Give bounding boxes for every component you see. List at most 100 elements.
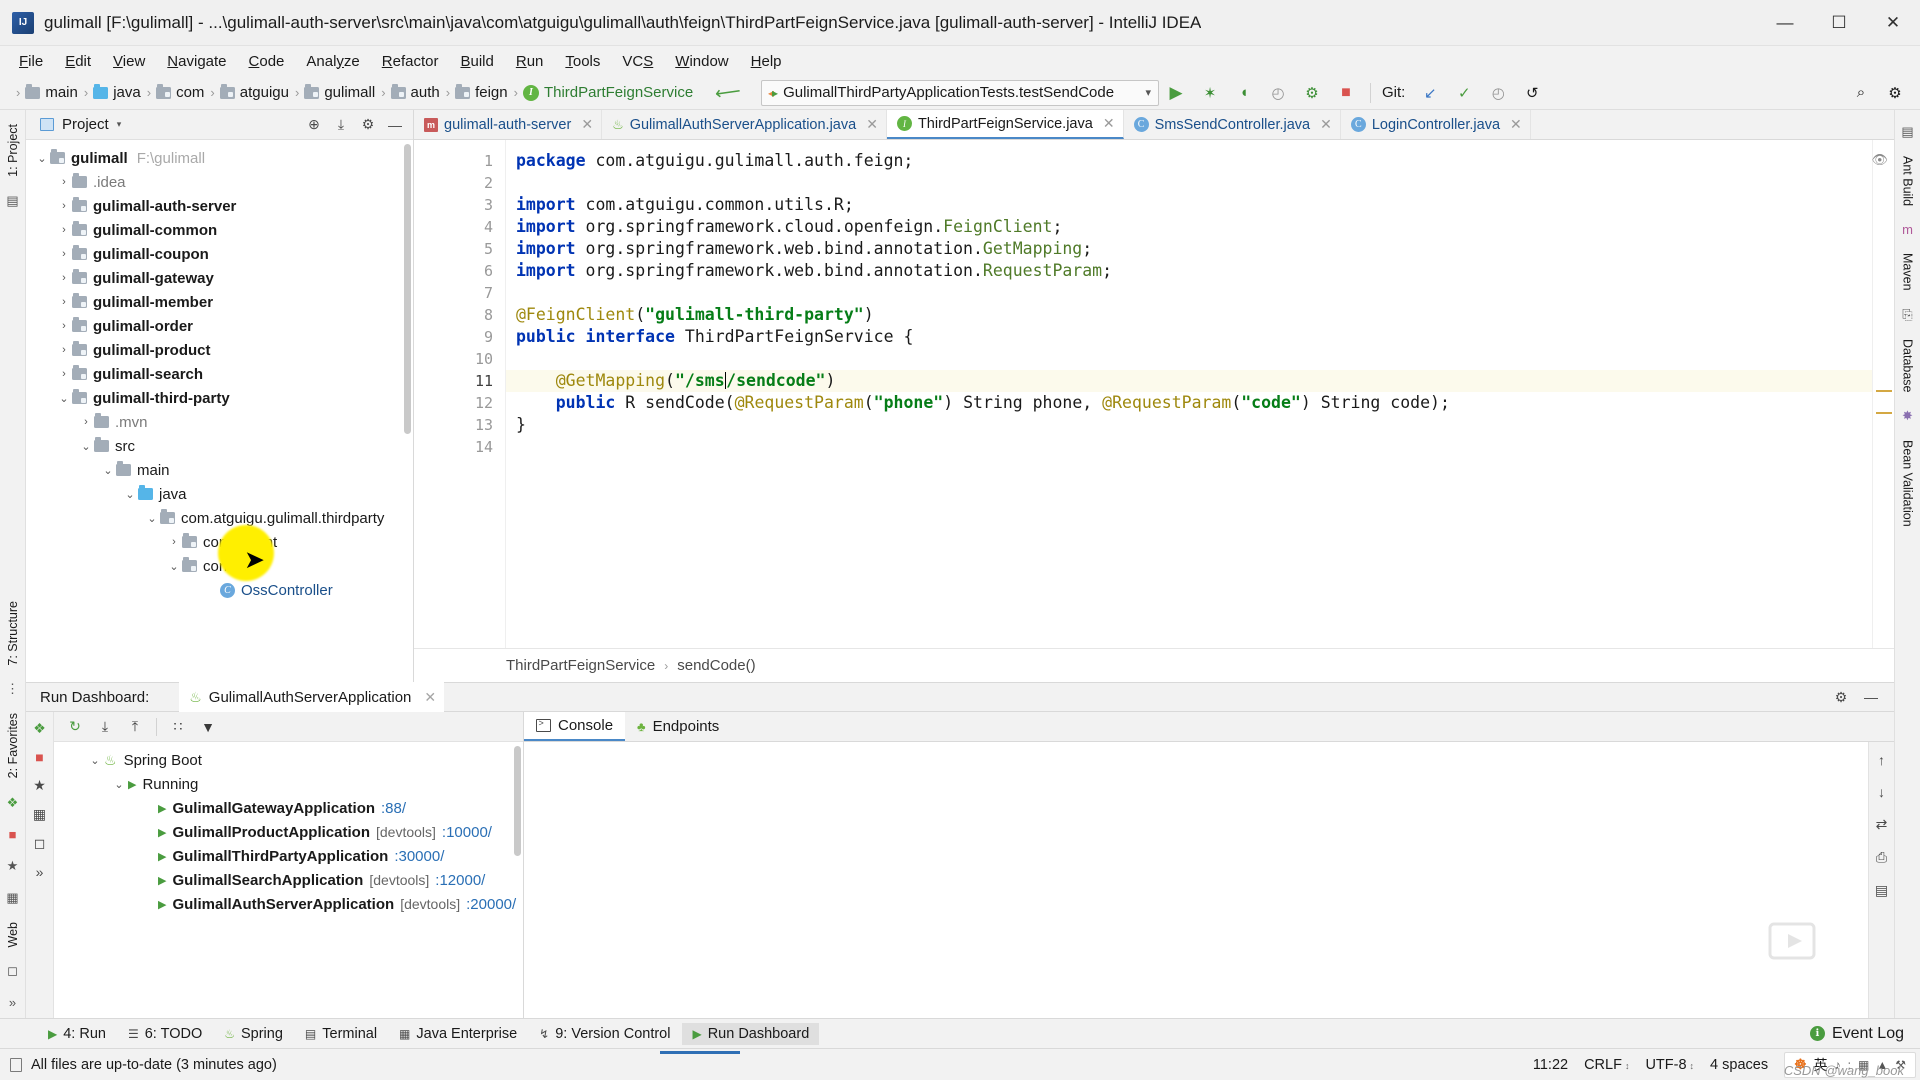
tree-item-idea[interactable]: › .idea [26, 170, 413, 194]
tool-window-todo[interactable]: ☰ 6: TODO [118, 1023, 212, 1045]
rollback-icon[interactable]: ↺ [1515, 78, 1549, 108]
indent-setting[interactable]: 4 spaces [1710, 1057, 1768, 1073]
console-output[interactable]: ↑ ↓ ⇄ ⎙ ▤ [524, 742, 1894, 1018]
run-configuration-selector[interactable]: ◂▸ GulimallThirdPartyApplicationTests.te… [761, 79, 1159, 106]
tool-window-maven[interactable]: Maven [1898, 245, 1918, 299]
chevron-right-icon[interactable]: › [56, 248, 72, 260]
chevron-down-icon[interactable]: ⌄ [78, 440, 94, 453]
filter-icon[interactable]: ▼ [195, 714, 221, 740]
grid-icon[interactable]: ▤ [1875, 882, 1888, 899]
layout-icon[interactable]: ▦ [6, 890, 18, 906]
build-hammer-icon[interactable]: ⟵ [714, 80, 742, 104]
tree-item-gulimall-auth-server[interactable]: › gulimall-auth-server [26, 194, 413, 218]
tab-gulimallauthserverapplication[interactable]: ♨ GulimallAuthServerApplication.java ✕ [602, 110, 887, 139]
marker-line[interactable] [1876, 390, 1892, 392]
breadcrumb-item-main[interactable]: main [45, 84, 78, 101]
chevron-down-icon[interactable]: ⌄ [122, 488, 138, 501]
tab-console[interactable]: Console [524, 712, 626, 741]
code-content[interactable]: package com.atguigu.gulimall.auth.feign;… [506, 140, 1894, 648]
update-project-icon[interactable]: ↙ [1413, 78, 1447, 108]
camera-icon[interactable]: ◻ [34, 835, 46, 852]
chevron-right-icon[interactable]: › [56, 368, 72, 380]
chevron-right-icon[interactable]: › [78, 416, 94, 428]
tool-window-structure[interactable]: 7: Structure [3, 593, 23, 674]
chevron-down-icon[interactable]: ⌄ [100, 464, 116, 477]
collapse-all-icon[interactable]: ⤓ [329, 113, 353, 137]
breadcrumb-item-thirdpartfeignservice[interactable]: ThirdPartFeignService [544, 84, 693, 101]
tree-item-gulimall-coupon[interactable]: › gulimall-coupon [26, 242, 413, 266]
tool-window-bean-validation[interactable]: Bean Validation [1898, 432, 1918, 535]
tab-smssendcontroller[interactable]: C SmsSendController.java ✕ [1124, 110, 1341, 139]
collapse-all-icon[interactable]: ⤒ [122, 714, 148, 740]
tree-item-gulimall-member[interactable]: › gulimall-member [26, 290, 413, 314]
attach-debugger-button[interactable]: ⚙ [1295, 78, 1329, 108]
tool-window-terminal[interactable]: ▤ Terminal [295, 1023, 387, 1045]
tree-item-mvn[interactable]: › .mvn [26, 410, 413, 434]
rd-item-running[interactable]: ⌄ ▶ Running [54, 772, 523, 796]
tree-item-gulimall-gateway[interactable]: › gulimall-gateway [26, 266, 413, 290]
menu-help[interactable]: Help [740, 50, 793, 73]
puzzle-icon[interactable]: ❖ [7, 795, 19, 811]
soft-wrap-icon[interactable]: ⇄ [1876, 816, 1888, 833]
run-dashboard-scrollbar[interactable] [514, 746, 521, 856]
menu-navigate[interactable]: Navigate [156, 50, 237, 73]
marker-line[interactable] [1876, 412, 1892, 414]
close-icon[interactable]: ✕ [1103, 115, 1115, 132]
tool-window-java-enterprise[interactable]: ▦ Java Enterprise [389, 1023, 527, 1045]
tab-thirdpartfeignservice[interactable]: I ThirdPartFeignService.java ✕ [886, 110, 1124, 139]
close-button[interactable]: ✕ [1866, 0, 1920, 46]
tree-item-osscontroller[interactable]: C OssController [26, 578, 413, 602]
hide-icon[interactable]: — [1858, 684, 1884, 710]
file-encoding[interactable]: UTF-8 ↕ [1645, 1057, 1694, 1073]
event-log-label[interactable]: Event Log [1832, 1025, 1904, 1043]
breadcrumb-item-auth[interactable]: auth [411, 84, 440, 101]
caret-position[interactable]: 11:22 [1533, 1057, 1568, 1073]
expand-all-icon[interactable]: ⤓ [92, 714, 118, 740]
chevron-down-icon[interactable]: ⌄ [56, 392, 72, 405]
close-icon[interactable]: ✕ [1510, 116, 1522, 133]
chevrons-icon[interactable]: » [9, 995, 16, 1010]
run-with-coverage-button[interactable]: ◖ [1227, 78, 1261, 108]
chevron-right-icon[interactable]: › [56, 176, 72, 188]
menu-run[interactable]: Run [505, 50, 555, 73]
chevron-down-icon[interactable]: ⌄ [34, 152, 50, 165]
breadcrumb-class[interactable]: ThirdPartFeignService [506, 657, 655, 674]
settings-icon[interactable]: ⚙ [356, 113, 380, 137]
chevron-right-icon[interactable]: › [56, 344, 72, 356]
menu-analyze[interactable]: Analyze [295, 50, 370, 73]
tab-logincontroller[interactable]: C LoginController.java ✕ [1341, 110, 1531, 139]
rd-item-port[interactable]: :20000/ [466, 896, 516, 913]
tool-window-project[interactable]: 1: Project [3, 116, 23, 185]
menu-build[interactable]: Build [449, 50, 504, 73]
settings-icon[interactable]: ⚙ [1878, 78, 1912, 108]
rd-item-gulimallgatewayapplication[interactable]: ▶ GulimallGatewayApplication :88/ [54, 796, 523, 820]
commit-icon[interactable]: ✓ [1447, 78, 1481, 108]
tree-item-gulimall-order[interactable]: › gulimall-order [26, 314, 413, 338]
tree-item-package-thirdparty[interactable]: ⌄ com.atguigu.gulimall.thirdparty [26, 506, 413, 530]
search-everywhere-icon[interactable]: ⌕ [1844, 78, 1878, 108]
rd-item-gulimallsearchapplication[interactable]: ▶ GulimallSearchApplication [devtools] :… [54, 868, 523, 892]
chevron-right-icon[interactable]: › [56, 200, 72, 212]
chevron-right-icon[interactable]: › [166, 536, 182, 548]
chevron-down-icon[interactable]: ⌄ [166, 560, 182, 573]
tree-item-main[interactable]: ⌄ main [26, 458, 413, 482]
breadcrumb-item-gulimall[interactable]: gulimall [324, 84, 375, 101]
run-dashboard-tab[interactable]: ♨ GulimallAuthServerApplication ✕ [179, 682, 445, 712]
star-icon[interactable]: ★ [33, 777, 46, 794]
stop-icon[interactable]: ■ [9, 827, 17, 842]
breadcrumb-item-feign[interactable]: feign [475, 84, 508, 101]
tree-item-gulimall-search[interactable]: › gulimall-search [26, 362, 413, 386]
menu-code[interactable]: Code [238, 50, 296, 73]
chevron-right-icon[interactable]: › [56, 224, 72, 236]
tab-endpoints[interactable]: ♣ Endpoints [625, 712, 731, 741]
breadcrumb-item-java[interactable]: java [113, 84, 141, 101]
tool-window-version-control[interactable]: ↯ 9: Version Control [529, 1023, 680, 1045]
menu-file[interactable]: File [8, 50, 54, 73]
code-editor[interactable]: 1 2 3 4 5 6 7 8 9 10 11 12 13 14 package… [414, 140, 1894, 648]
tree-item-gulimall[interactable]: ⌄ gulimall F:\gulimall [26, 146, 413, 170]
camera-icon[interactable]: ◻ [7, 963, 18, 979]
rd-item-port[interactable]: :30000/ [394, 848, 444, 865]
minimize-button[interactable]: — [1758, 0, 1812, 46]
maximize-button[interactable]: ☐ [1812, 0, 1866, 46]
layout-icon[interactable]: ▦ [33, 806, 46, 823]
